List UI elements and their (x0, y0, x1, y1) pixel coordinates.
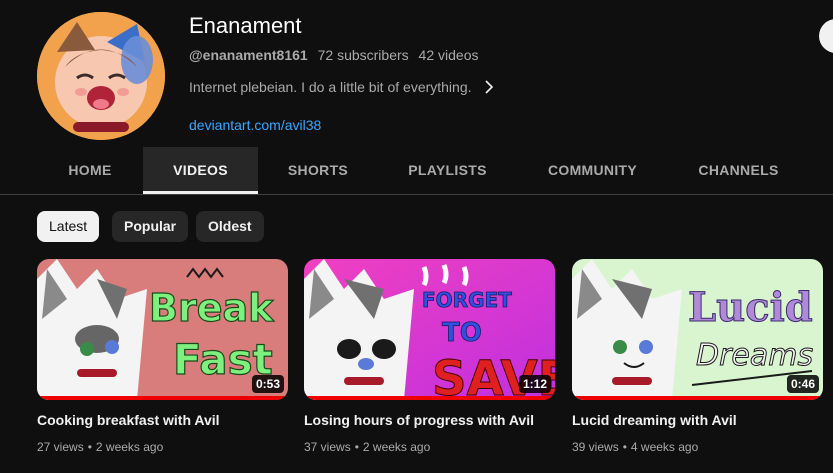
thumbnail-art: Break Fast (37, 259, 288, 400)
avatar-art (37, 12, 165, 140)
video-thumbnail[interactable]: Break Fast 0:53 (37, 259, 288, 400)
video-duration: 0:53 (251, 375, 284, 393)
video-card[interactable]: Break Fast 0:53 Cooking breakfast with A… (37, 259, 288, 454)
view-count: 27 views (37, 440, 84, 454)
view-count: 37 views (304, 440, 351, 454)
thumbnail-text: FORGET (422, 288, 512, 312)
video-card[interactable]: Lucid Dreams 0:46 Lucid dreaming with Av… (572, 259, 823, 454)
channel-description-text: Internet plebeian. I do a little bit of … (189, 79, 472, 95)
filter-oldest[interactable]: Oldest (196, 211, 264, 242)
video-title[interactable]: Cooking breakfast with Avil (37, 412, 288, 428)
tab-channels[interactable]: CHANNELS (686, 147, 791, 192)
video-meta: 37 views • 2 weeks ago (304, 440, 431, 454)
channel-external-link[interactable]: deviantart.com/avil38 (189, 117, 321, 133)
video-thumbnail[interactable]: Lucid Dreams 0:46 (572, 259, 823, 400)
tab-shorts[interactable]: SHORTS (276, 147, 360, 192)
chevron-right-icon (484, 80, 493, 94)
subscriber-count: 72 subscribers (317, 47, 409, 63)
channel-description[interactable]: Internet plebeian. I do a little bit of … (189, 79, 494, 95)
thumbnail-text: Break (149, 286, 274, 330)
watch-progress-bar (37, 396, 288, 400)
video-duration: 0:46 (786, 375, 819, 393)
watch-progress-bar (304, 396, 555, 400)
thumbnail-art: Lucid Dreams (572, 259, 823, 400)
video-thumbnail[interactable]: FORGET TO SAVE 1:12 (304, 259, 555, 400)
video-meta: 39 views • 4 weeks ago (572, 440, 699, 454)
upload-age: 2 weeks ago (95, 440, 164, 454)
thumbnail-text: Dreams (696, 338, 813, 373)
tab-community[interactable]: COMMUNITY (535, 147, 650, 192)
tab-playlists[interactable]: PLAYLISTS (395, 147, 500, 192)
tab-home[interactable]: HOME (48, 147, 132, 192)
tab-videos[interactable]: VIDEOS (143, 147, 258, 194)
video-title[interactable]: Losing hours of progress with Avil (304, 412, 555, 428)
view-count: 39 views (572, 440, 619, 454)
subscribe-button[interactable] (819, 19, 833, 53)
filter-popular[interactable]: Popular (112, 211, 189, 242)
channel-tabs: HOME VIDEOS SHORTS PLAYLISTS COMMUNITY C… (0, 147, 833, 195)
thumbnail-art: FORGET TO SAVE (304, 259, 555, 400)
video-duration: 1:12 (518, 375, 551, 393)
video-title[interactable]: Lucid dreaming with Avil (572, 412, 823, 428)
video-card[interactable]: FORGET TO SAVE 1:12 Losing hours of prog… (304, 259, 555, 454)
upload-age: 4 weeks ago (630, 440, 699, 454)
channel-meta: @enanament8161 72 subscribers 42 videos (189, 47, 484, 63)
thumbnail-text: TO (442, 318, 482, 348)
filter-latest[interactable]: Latest (37, 211, 100, 242)
watch-progress-bar (572, 396, 823, 400)
video-count: 42 videos (418, 47, 479, 63)
upload-age: 2 weeks ago (362, 440, 431, 454)
channel-avatar[interactable] (37, 12, 165, 140)
video-meta: 27 views • 2 weeks ago (37, 440, 164, 454)
thumbnail-text: Lucid (688, 284, 813, 331)
channel-handle: @enanament8161 (189, 47, 308, 63)
channel-name: Enanament (189, 13, 302, 38)
